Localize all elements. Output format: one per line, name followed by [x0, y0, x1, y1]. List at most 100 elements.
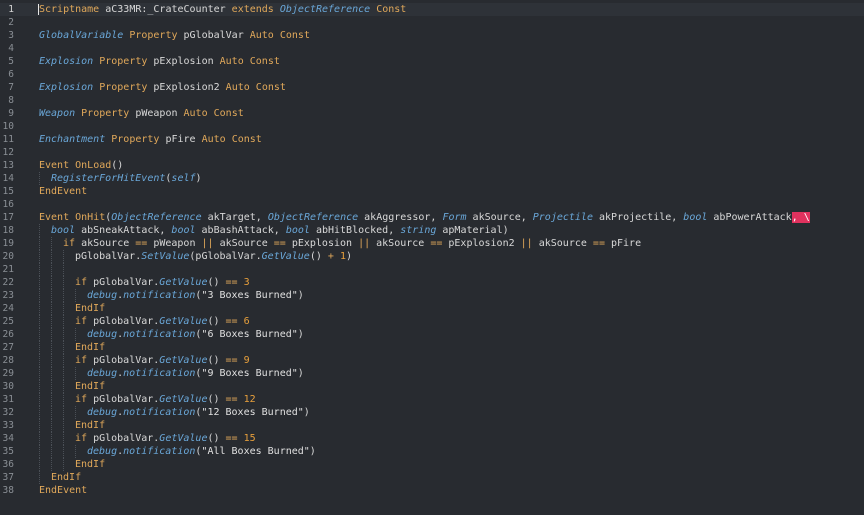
- code-token: EndIf: [75, 381, 106, 392]
- indent-guide: [51, 380, 52, 393]
- code-text: if akSource == pWeapon || akSource == pE…: [63, 237, 641, 250]
- indent-guide: [51, 237, 52, 250]
- code-line[interactable]: 4: [0, 42, 864, 55]
- code-line[interactable]: 14 RegisterForHitEvent(self): [0, 172, 864, 185]
- code-text: EndEvent: [39, 484, 87, 497]
- code-token: bool: [171, 225, 196, 236]
- code-text: EndIf: [51, 471, 81, 484]
- code-text: EndIf: [75, 341, 105, 354]
- line-number: 32: [2, 407, 14, 418]
- line-number: 22: [2, 277, 14, 288]
- code-token: if: [75, 277, 88, 288]
- code-token: ): [309, 446, 316, 457]
- code-line[interactable]: 25 if pGlobalVar.GetValue() == 6: [0, 315, 864, 328]
- code-line[interactable]: 29 debug.notification("9 Boxes Burned"): [0, 367, 864, 380]
- indent-guide: [51, 445, 52, 458]
- code-line[interactable]: 32 debug.notification("12 Boxes Burned"): [0, 406, 864, 419]
- code-text: Explosion Property pExplosion2 Auto Cons…: [39, 81, 286, 94]
- code-line[interactable]: 23 debug.notification("3 Boxes Burned"): [0, 289, 864, 302]
- code-line[interactable]: 7 Explosion Property pExplosion2 Auto Con…: [0, 81, 864, 94]
- code-line[interactable]: 35 debug.notification("All Boxes Burned"): [0, 445, 864, 458]
- indent-guide: [75, 367, 76, 380]
- code-token: 3: [243, 277, 250, 288]
- code-token: Property: [99, 82, 148, 93]
- code-line[interactable]: 9 Weapon Property pWeapon Auto Const: [0, 107, 864, 120]
- line-number: 26: [2, 329, 14, 340]
- code-token: if: [63, 238, 76, 249]
- code-token: Const: [376, 4, 407, 15]
- code-token: ||: [520, 238, 533, 249]
- code-line[interactable]: 34 if pGlobalVar.GetValue() == 15: [0, 432, 864, 445]
- code-token: pGlobalVar.: [87, 316, 160, 327]
- code-token: aC33MR:_CrateCounter: [99, 4, 232, 15]
- code-line[interactable]: 2: [0, 16, 864, 29]
- indent-guide: [63, 380, 64, 393]
- line-number: 1: [8, 4, 14, 15]
- code-line[interactable]: 3 GlobalVariable Property pGlobalVar Auto…: [0, 29, 864, 42]
- code-line[interactable]: 18 bool abSneakAttack, bool abBashAttack,…: [0, 224, 864, 237]
- indent-guide: [63, 432, 64, 445]
- code-token: ==: [430, 238, 443, 249]
- code-line[interactable]: 17 Event OnHit(ObjectReference akTarget, …: [0, 211, 864, 224]
- code-line[interactable]: 21: [0, 263, 864, 276]
- code-token: akSource: [213, 238, 274, 249]
- code-token: Weapon: [39, 108, 76, 119]
- line-number: 35: [2, 446, 14, 457]
- code-line[interactable]: 38 EndEvent: [0, 484, 864, 497]
- code-line[interactable]: 13 Event OnLoad(): [0, 159, 864, 172]
- code-token: ): [297, 290, 304, 301]
- code-token: self: [171, 173, 196, 184]
- code-token: EndIf: [75, 420, 106, 431]
- code-line[interactable]: 24 EndIf: [0, 302, 864, 315]
- indent-guide: [39, 302, 40, 315]
- code-text: Explosion Property pExplosion Auto Const: [39, 55, 280, 68]
- indent-guide: [51, 419, 52, 432]
- line-number: 19: [2, 238, 14, 249]
- code-token: 6: [243, 316, 250, 327]
- line-number: 15: [2, 186, 14, 197]
- code-token: akProjectile,: [592, 212, 684, 223]
- code-token: Explosion: [39, 82, 94, 93]
- code-line[interactable]: 8: [0, 94, 864, 107]
- code-line[interactable]: 6: [0, 68, 864, 81]
- code-token: (): [111, 160, 124, 171]
- indent-guide: [63, 419, 64, 432]
- code-line[interactable]: 12: [0, 146, 864, 159]
- code-line[interactable]: 27 EndIf: [0, 341, 864, 354]
- line-number: 28: [2, 355, 14, 366]
- code-line[interactable]: 5 Explosion Property pExplosion Auto Cons…: [0, 55, 864, 68]
- code-token: pWeapon: [129, 108, 184, 119]
- code-line[interactable]: 30 EndIf: [0, 380, 864, 393]
- code-line[interactable]: 16: [0, 198, 864, 211]
- code-text: debug.notification("All Boxes Burned"): [87, 445, 316, 458]
- code-line[interactable]: 10: [0, 120, 864, 133]
- code-line[interactable]: 31 if pGlobalVar.GetValue() == 12: [0, 393, 864, 406]
- code-line[interactable]: 11 Enchantment Property pFire Auto Const: [0, 133, 864, 146]
- code-line[interactable]: 37 EndIf: [0, 471, 864, 484]
- code-text: pGlobalVar.SetValue(pGlobalVar.GetValue(…: [75, 250, 352, 263]
- code-line[interactable]: 28 if pGlobalVar.GetValue() == 9: [0, 354, 864, 367]
- code-token: (): [309, 251, 328, 262]
- code-line[interactable]: 19 if akSource == pWeapon || akSource == …: [0, 237, 864, 250]
- code-line[interactable]: 15 EndEvent: [0, 185, 864, 198]
- code-token: Auto: [183, 108, 208, 119]
- code-line[interactable]: 22 if pGlobalVar.GetValue() == 3: [0, 276, 864, 289]
- indent-guide: [51, 302, 52, 315]
- line-number: 31: [2, 394, 14, 405]
- code-line[interactable]: 33 EndIf: [0, 419, 864, 432]
- code-line[interactable]: 26 debug.notification("6 Boxes Burned"): [0, 328, 864, 341]
- code-text: if pGlobalVar.GetValue() == 9: [75, 354, 250, 367]
- code-line[interactable]: 36 EndIf: [0, 458, 864, 471]
- code-line[interactable]: 20 pGlobalVar.SetValue(pGlobalVar.GetValu…: [0, 250, 864, 263]
- code-editor[interactable]: 1 Scriptname aC33MR:_CrateCounter extends…: [0, 0, 864, 515]
- code-token: pGlobalVar.: [87, 355, 160, 366]
- line-number: 11: [2, 134, 14, 145]
- code-token: "12 Boxes Burned": [201, 407, 304, 418]
- line-number: 14: [2, 173, 14, 184]
- indent-guide: [39, 341, 40, 354]
- code-token: ==: [592, 238, 605, 249]
- code-token: bool: [285, 225, 310, 236]
- code-lines[interactable]: 1 Scriptname aC33MR:_CrateCounter extends…: [0, 3, 864, 497]
- code-line[interactable]: 1 Scriptname aC33MR:_CrateCounter extends…: [0, 3, 864, 16]
- code-token: (): [207, 433, 226, 444]
